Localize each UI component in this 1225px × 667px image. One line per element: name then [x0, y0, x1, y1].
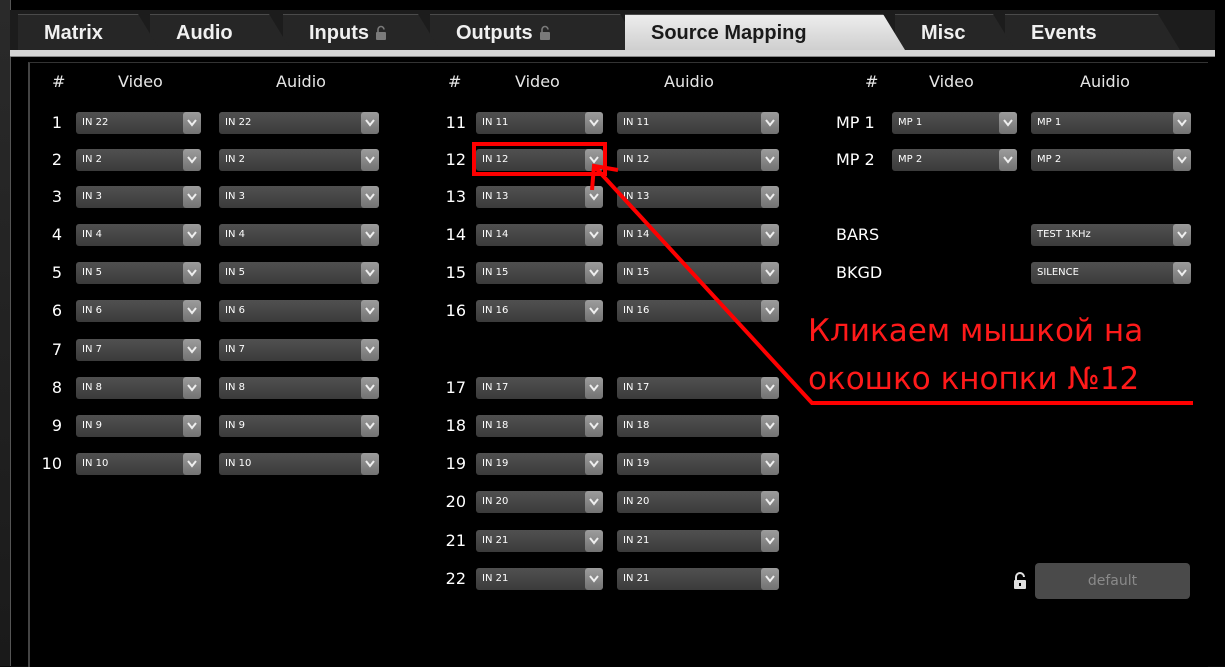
tab-label: Audio [176, 22, 233, 44]
tab-source-mapping[interactable]: Source Mapping [625, 14, 905, 50]
tab-label: Inputs [309, 22, 369, 44]
tab-outputs[interactable]: Outputs [430, 14, 642, 50]
tab-events[interactable]: Events [1005, 14, 1180, 50]
tab-label: Source Mapping [651, 22, 807, 44]
tab-inputs[interactable]: Inputs [283, 14, 440, 50]
app-window: Matrix Audio Inputs Outputs Source Mapping Mi… [0, 0, 1225, 667]
annotation-text-line2: окошко кнопки №12 [808, 361, 1140, 397]
tab-label: Misc [921, 22, 966, 44]
lock-icon [539, 17, 551, 53]
tab-label: Events [1031, 22, 1097, 44]
annotation-text-line1: Кликаем мышкой на [808, 313, 1144, 349]
tab-matrix[interactable]: Matrix [18, 14, 160, 50]
tab-label: Outputs [456, 22, 533, 44]
tab-audio[interactable]: Audio [150, 14, 291, 50]
tab-label: Matrix [44, 22, 103, 44]
lock-icon [375, 17, 387, 53]
